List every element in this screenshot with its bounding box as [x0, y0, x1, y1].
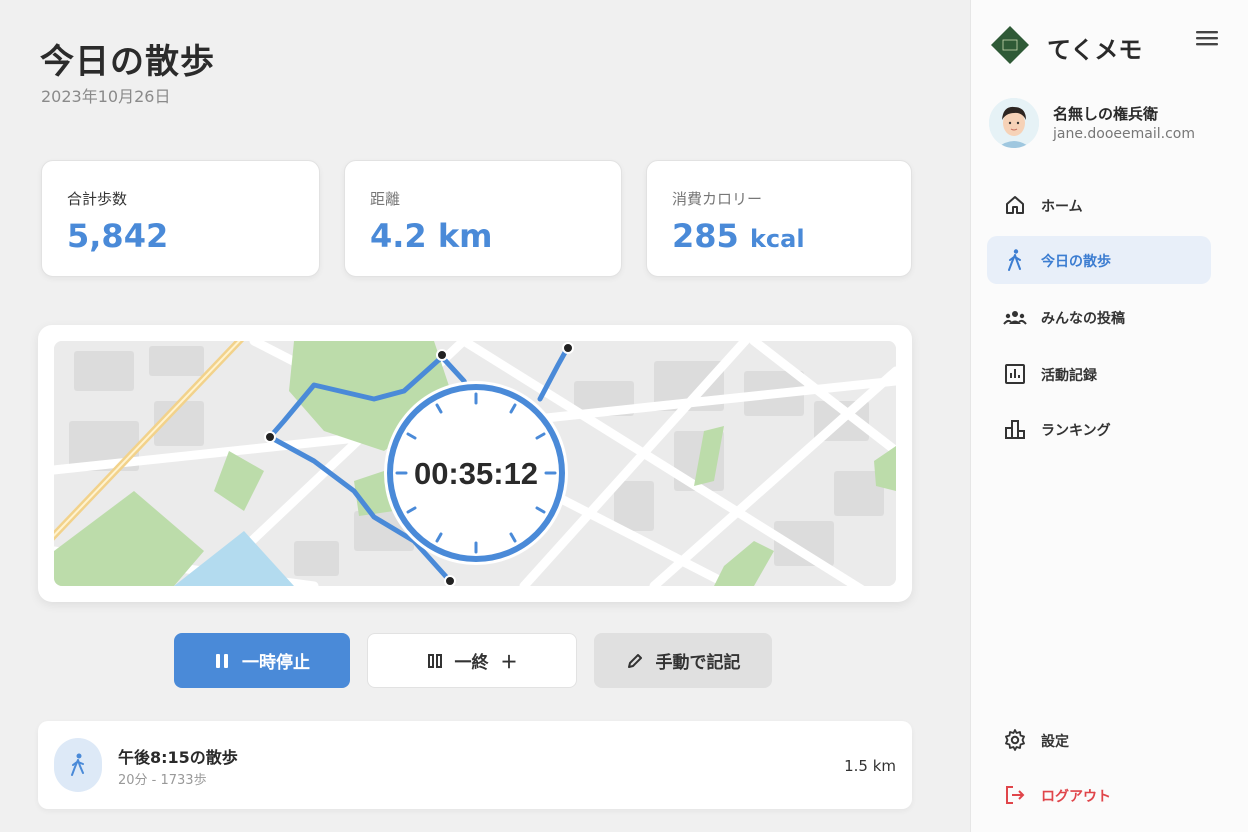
pause-button[interactable]: 一時停止 — [174, 633, 350, 688]
pause-label: 一時停止 — [242, 653, 310, 673]
nav-label-todays-walk: 今日の散歩 — [1041, 254, 1111, 270]
nav-label-settings: 設定 — [1041, 734, 1069, 750]
nav-label-activity-log: 活動記録 — [1041, 368, 1097, 384]
end-label: 一終 — [454, 653, 489, 673]
nav-item-todays-walk[interactable]: 今日の散歩 — [987, 236, 1211, 284]
hamburger-menu-icon[interactable] — [1195, 28, 1219, 48]
nav-item-logout[interactable]: ログアウト — [987, 771, 1211, 819]
app-name: てくメモ — [1047, 36, 1143, 64]
distance-card: 距離 4.2 km — [344, 160, 622, 277]
distance-unit: km — [437, 217, 493, 255]
map-card: 00:35:12 — [38, 325, 912, 602]
calories-card: 消費カロリー 285 kcal — [646, 160, 912, 277]
avatar-illustration — [989, 98, 1039, 148]
main-content: 今日の散歩 2023年10月26日 合計歩数 5,842 距離 4.2 km 消… — [0, 0, 970, 832]
gear-icon — [1005, 729, 1025, 751]
ranking-icon — [1005, 420, 1025, 439]
nav-label-community-posts: みんなの投稿 — [1041, 311, 1125, 327]
distance-value: 4.2 km — [370, 217, 492, 255]
page-title: 今日の散歩 — [40, 42, 215, 82]
manual-label: 手動で記記 — [655, 653, 741, 673]
logout-icon — [1006, 786, 1025, 804]
page-date: 2023年10月26日 — [41, 87, 171, 106]
stop-icon — [427, 653, 442, 668]
sidebar: てくメモ 名無しの権兵衛 jane.dooeemail.com ホーム 今日の散… — [970, 0, 1248, 832]
history-subtitle: 20分 - 1733歩 — [118, 773, 207, 788]
nav-label-ranking: ランキング — [1041, 423, 1111, 439]
walk-icon — [1008, 249, 1021, 271]
chart-icon — [1005, 364, 1025, 384]
map-svg: 00:35:12 — [54, 341, 896, 586]
group-icon — [1003, 311, 1027, 325]
history-title: 午後8:15の散歩 — [118, 748, 238, 767]
steps-label: 合計歩数 — [67, 190, 128, 208]
nav-label-logout: ログアウト — [1041, 789, 1111, 805]
steps-value: 5,842 — [67, 217, 168, 255]
walk-history-icon — [54, 738, 102, 792]
nav-item-community-posts[interactable]: みんなの投稿 — [987, 293, 1211, 341]
plus-icon: ＋ — [500, 653, 518, 673]
route-map[interactable]: 00:35:12 — [54, 341, 896, 586]
calories-number: 285 — [672, 217, 739, 255]
avatar[interactable] — [989, 98, 1039, 148]
calories-label: 消費カロリー — [672, 190, 763, 208]
pencil-icon — [627, 653, 642, 668]
app-logo[interactable] — [991, 26, 1029, 64]
walk-history-item[interactable]: 午後8:15の散歩 20分 - 1733歩 1.5 km — [38, 721, 912, 809]
pause-icon — [216, 653, 228, 668]
calories-value: 285 kcal — [672, 217, 805, 255]
nav-item-activity-log[interactable]: 活動記録 — [987, 350, 1211, 398]
user-email: jane.dooeemail.com — [1053, 126, 1195, 142]
end-button[interactable]: 一終 ＋ — [367, 633, 577, 688]
distance-label: 距離 — [370, 190, 401, 208]
home-icon — [1006, 196, 1024, 214]
user-name: 名無しの権兵衛 — [1053, 105, 1159, 123]
distance-number: 4.2 — [370, 217, 427, 255]
nav-label-home: ホーム — [1041, 199, 1083, 215]
nav-item-ranking[interactable]: ランキング — [987, 405, 1211, 453]
nav-item-settings[interactable]: 設定 — [987, 716, 1211, 764]
steps-card: 合計歩数 5,842 — [41, 160, 320, 277]
walk-icon — [71, 753, 84, 776]
nav-item-home[interactable]: ホーム — [987, 181, 1211, 229]
manual-record-button[interactable]: 手動で記記 — [594, 633, 772, 688]
timer-display: 00:35:12 — [414, 456, 538, 491]
history-distance: 1.5 km — [844, 757, 896, 775]
steps-number: 5,842 — [67, 217, 169, 255]
calories-unit: kcal — [749, 225, 805, 253]
